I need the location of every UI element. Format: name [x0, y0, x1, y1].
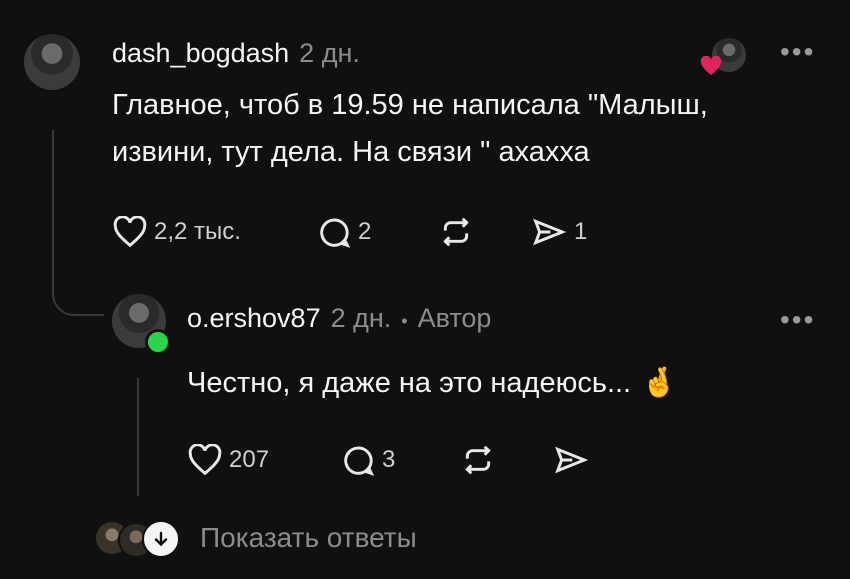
show-replies-button[interactable]: Показать ответы — [96, 518, 417, 558]
reply-button[interactable]: 2 — [316, 216, 371, 248]
comment-text-line1: Главное, чтоб в 19.59 не написала "Малыш… — [112, 89, 708, 121]
share-button[interactable]: 1 — [530, 216, 587, 248]
crossed-fingers-emoji: 🤞 — [641, 367, 678, 399]
author-badge: Автор — [417, 303, 492, 333]
like-button[interactable]: 2,2 тыс. — [112, 216, 241, 248]
more-icon[interactable]: ••• — [780, 36, 815, 68]
comment-header: dash_bogdash 2 дн. — [112, 38, 360, 69]
comment-text-line2: извини, тут дела. На связи " ахахха — [112, 136, 590, 168]
separator-dot: • — [401, 311, 408, 331]
arrow-down-icon — [142, 520, 180, 558]
repost-button[interactable] — [438, 216, 474, 248]
online-indicator — [145, 329, 171, 355]
avatar-dash-bogdash[interactable] — [24, 34, 80, 90]
heart-icon — [188, 444, 222, 476]
comment-icon — [344, 446, 375, 476]
show-replies-label[interactable]: Показать ответы — [200, 522, 417, 554]
reply-reply-button[interactable]: 3 — [340, 444, 395, 476]
thread-curve — [52, 270, 104, 316]
reply-text: Честно, я даже на это надеюсь... 🤞 — [187, 360, 677, 407]
reply-thread-line — [137, 378, 139, 496]
repost-icon — [443, 217, 469, 247]
reply-share-button[interactable] — [552, 444, 590, 476]
reply-repost-button[interactable] — [460, 444, 496, 476]
comment-text: Главное, чтоб в 19.59 не написала "Малыш… — [112, 82, 832, 176]
share-icon — [533, 218, 567, 246]
timestamp: 2 дн. — [299, 38, 360, 68]
reply-text-body: Честно, я даже на это надеюсь... — [187, 367, 632, 399]
reply-timestamp: 2 дн. — [330, 303, 392, 333]
heart-icon — [113, 216, 147, 248]
share-icon — [555, 446, 589, 474]
replier-avatars — [96, 518, 180, 558]
reply-header: o.ershov87 2 дн. • Автор — [187, 303, 491, 334]
reply-like-count: 207 — [229, 446, 270, 473]
like-count: 2,2 тыс. — [154, 218, 241, 245]
username[interactable]: dash_bogdash — [112, 38, 289, 69]
heart-badge-icon — [700, 55, 722, 81]
reply-reply-count: 3 — [382, 446, 396, 473]
reply-more-icon[interactable]: ••• — [780, 304, 815, 336]
repost-icon — [465, 445, 491, 475]
reply-like-button[interactable]: 207 — [187, 444, 269, 476]
reply-count: 2 — [358, 218, 372, 245]
comment-icon — [320, 218, 351, 248]
share-count: 1 — [574, 218, 588, 245]
reply-username[interactable]: o.ershov87 — [187, 303, 321, 334]
